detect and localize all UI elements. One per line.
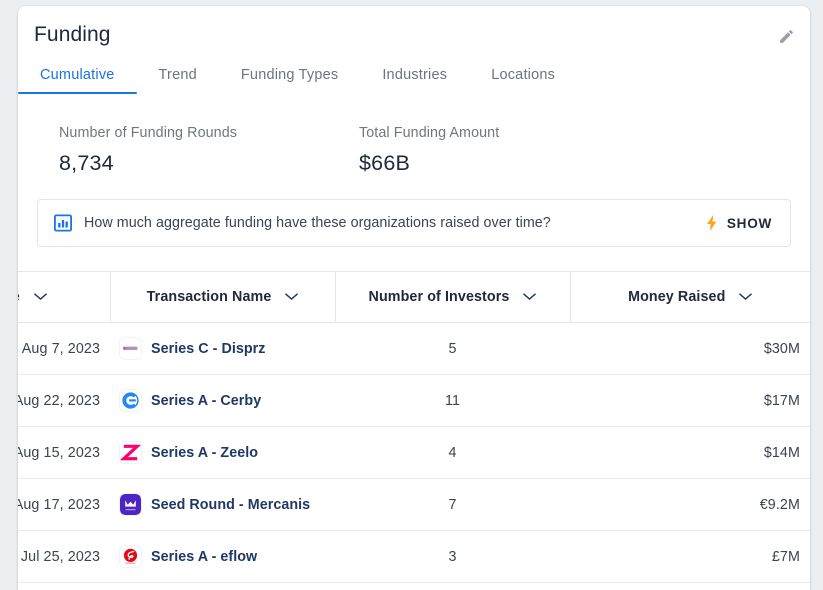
cell-announced-date: Aug 22, 2023 bbox=[18, 374, 110, 427]
column-label: Number of Investors bbox=[368, 289, 510, 305]
table-row[interactable]: Aug 17, 2023 Seed Round - Mercanis 7 €9.… bbox=[18, 478, 810, 531]
transaction-link[interactable]: Series A - Cerby bbox=[151, 393, 261, 409]
insight-banner-wrap: How much aggregate funding have these or… bbox=[18, 177, 810, 247]
column-header-money-raised[interactable]: Money Raised bbox=[570, 271, 810, 323]
tab-label: Cumulative bbox=[40, 67, 115, 83]
table-row[interactable]: Aug 15, 2023 Series A - Zeelo 4 $14M bbox=[18, 426, 810, 479]
tab-label: Industries bbox=[382, 67, 448, 83]
transaction-link[interactable]: Series A - eflow bbox=[151, 549, 257, 565]
cell-money-raised: $17M bbox=[570, 374, 810, 427]
summary-stats: Number of Funding Rounds 8,734 Total Fun… bbox=[18, 95, 810, 177]
chevron-down-icon[interactable] bbox=[739, 289, 753, 305]
page-title: Funding bbox=[34, 23, 111, 46]
card-header: Funding bbox=[18, 6, 810, 58]
table-row[interactable]: Aug 7, 2023 Series C - Disprz 5 $30M bbox=[18, 322, 810, 375]
show-insight-button[interactable]: SHOW bbox=[699, 211, 778, 235]
tab-label: Locations bbox=[491, 67, 556, 83]
bar-chart-icon bbox=[52, 212, 74, 234]
cell-transaction-name: Seed Round - Mercanis bbox=[110, 478, 335, 531]
table-row[interactable]: Aug 22, 2023 Series A - Cerby 11 $17M bbox=[18, 374, 810, 427]
cell-announced-date: Jul 25, 2023 bbox=[18, 530, 110, 583]
stat-label: Number of Funding Rounds bbox=[59, 125, 238, 141]
pencil-icon bbox=[778, 28, 795, 45]
table-row[interactable]: Jul 25, 2023 Series A - eflow 3 £7M bbox=[18, 530, 810, 583]
lightning-bolt-icon bbox=[705, 215, 719, 231]
tab-bar: Cumulative Trend Funding Types Industrie… bbox=[18, 58, 810, 95]
tab-industries[interactable]: Industries bbox=[360, 58, 469, 92]
disprz-logo bbox=[120, 338, 141, 359]
column-header-announced-date[interactable]: nced Date bbox=[18, 271, 111, 323]
table-head: nced Date Transaction Name bbox=[18, 271, 810, 323]
funding-table: nced Date Transaction Name bbox=[18, 271, 810, 583]
column-header-number-of-investors[interactable]: Number of Investors bbox=[335, 271, 571, 323]
edit-button[interactable] bbox=[774, 24, 798, 48]
cerby-logo bbox=[120, 390, 141, 411]
show-button-label: SHOW bbox=[726, 215, 772, 231]
zeelo-logo bbox=[120, 442, 141, 463]
cell-money-raised: $30M bbox=[570, 322, 810, 375]
cell-transaction-name: Series A - Cerby bbox=[110, 374, 335, 427]
cell-money-raised: £7M bbox=[570, 530, 810, 583]
chevron-down-icon[interactable] bbox=[523, 289, 537, 305]
chevron-down-icon[interactable] bbox=[34, 289, 47, 305]
cell-number-of-investors: 5 bbox=[335, 322, 570, 375]
cell-transaction-name: Series A - eflow bbox=[110, 530, 335, 583]
column-label: Money Raised bbox=[628, 289, 726, 305]
cell-number-of-investors: 3 bbox=[335, 530, 570, 583]
stat-label: Total Funding Amount bbox=[359, 125, 500, 141]
cell-money-raised: $14M bbox=[570, 426, 810, 479]
transaction-link[interactable]: Seed Round - Mercanis bbox=[151, 497, 310, 513]
tab-funding-types[interactable]: Funding Types bbox=[219, 58, 360, 92]
cell-announced-date: Aug 15, 2023 bbox=[18, 426, 110, 479]
transaction-link[interactable]: Series A - Zeelo bbox=[151, 445, 258, 461]
cell-announced-date: Aug 17, 2023 bbox=[18, 478, 110, 531]
cell-number-of-investors: 11 bbox=[335, 374, 570, 427]
tab-label: Funding Types bbox=[240, 67, 339, 83]
tab-locations[interactable]: Locations bbox=[469, 58, 577, 92]
column-header-transaction-name[interactable]: Transaction Name bbox=[110, 271, 336, 323]
app-root: Funding Cumulative Trend Funding Types I… bbox=[0, 0, 823, 590]
tab-trend[interactable]: Trend bbox=[137, 58, 219, 92]
stat-value: 8,734 bbox=[59, 151, 114, 175]
stat-value: $66B bbox=[359, 151, 411, 175]
cell-transaction-name: Series C - Disprz bbox=[110, 322, 335, 375]
cell-number-of-investors: 4 bbox=[335, 426, 570, 479]
column-label: Transaction Name bbox=[146, 289, 272, 305]
table-body: Aug 7, 2023 Series C - Disprz 5 $30M Aug… bbox=[18, 322, 810, 583]
eflow-logo bbox=[120, 546, 141, 567]
stat-total-funding: Total Funding Amount $66B bbox=[359, 123, 499, 177]
mercanis-logo bbox=[120, 494, 141, 515]
funding-table-scroll[interactable]: nced Date Transaction Name bbox=[18, 271, 810, 583]
insight-banner: How much aggregate funding have these or… bbox=[37, 199, 791, 247]
cell-announced-date: Aug 7, 2023 bbox=[18, 322, 110, 375]
funding-card: Funding Cumulative Trend Funding Types I… bbox=[18, 6, 810, 590]
tab-label: Trend bbox=[158, 67, 197, 83]
cell-transaction-name: Series A - Zeelo bbox=[110, 426, 335, 479]
insight-question: How much aggregate funding have these or… bbox=[84, 215, 551, 231]
column-label: nced Date bbox=[18, 289, 20, 305]
cell-number-of-investors: 7 bbox=[335, 478, 570, 531]
transaction-link[interactable]: Series C - Disprz bbox=[151, 341, 265, 357]
cell-money-raised: €9.2M bbox=[570, 478, 810, 531]
tab-cumulative[interactable]: Cumulative bbox=[18, 58, 137, 94]
chevron-down-icon[interactable] bbox=[285, 289, 299, 305]
table-header-row: nced Date Transaction Name bbox=[18, 271, 810, 323]
stat-funding-rounds: Number of Funding Rounds 8,734 bbox=[18, 123, 359, 177]
